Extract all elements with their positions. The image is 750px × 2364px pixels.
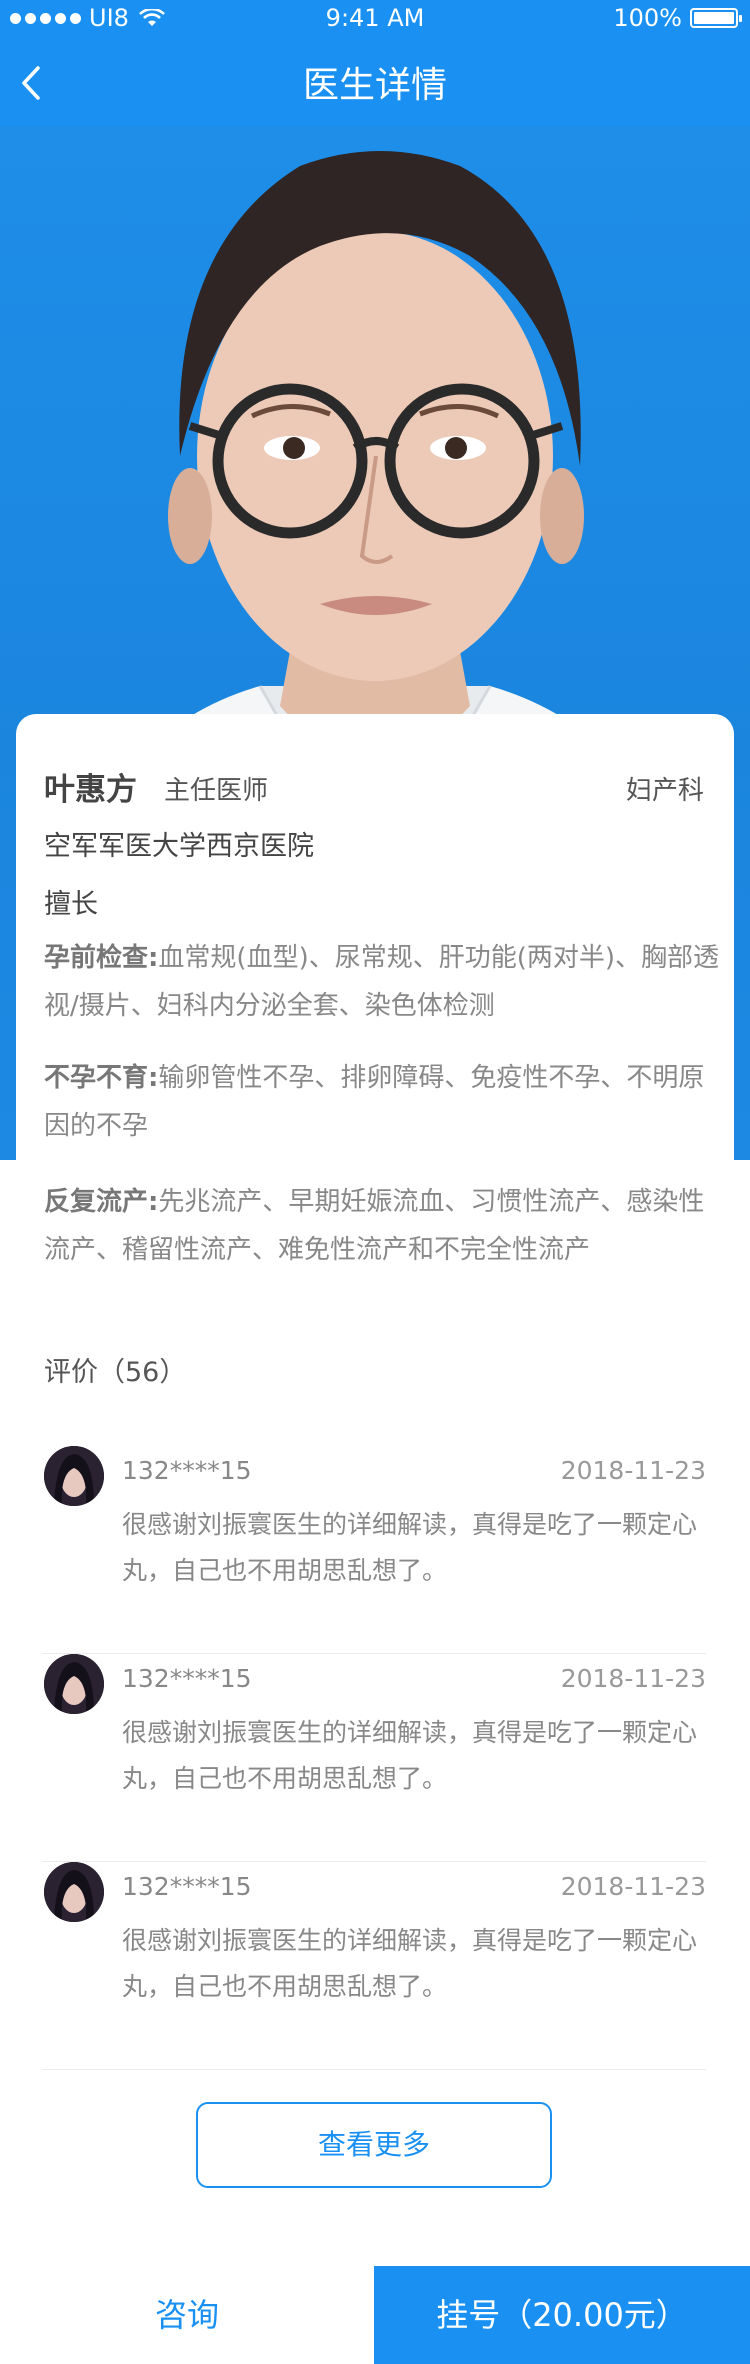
doctor-title: 主任医师 [164,776,269,806]
review-user: 132****15 [122,1456,252,1485]
battery-status: 100% [613,4,742,32]
bottom-action-bar: 咨询 挂号（20.00元） [0,2266,750,2364]
review-date: 2018-11-23 [560,1664,706,1693]
doctor-department: 妇产科 [625,776,704,806]
doctor-hospital: 空军军医大学西京医院 [44,831,314,862]
review-item: 132****15 2018-11-23 很感谢刘振寰医生的详细解读，真得是吃了… [42,1446,706,1654]
reviews-title: 评价（56） [44,1357,187,1388]
status-bar: UI8 9:41 AM 100% [0,0,750,40]
expertise-label: 擅长 [44,889,98,920]
review-text: 很感谢刘振寰医生的详细解读，真得是吃了一颗定心丸，自己也不用胡思乱想了。 [122,1510,698,1585]
battery-icon [690,8,742,28]
page-title: 医生详情 [302,65,447,106]
battery-percent: 100% [613,4,682,32]
specialty-key: 不孕不育 [44,1063,149,1093]
book-appointment-button[interactable]: 挂号（20.00元） [374,2266,750,2364]
review-date: 2018-11-23 [560,1456,706,1485]
avatar [44,1654,104,1714]
review-user: 132****15 [122,1664,252,1693]
avatar [44,1446,104,1506]
specialty-key: 孕前检查 [44,943,149,973]
specialty-miscarriage: 反复流产:先兆流产、早期妊娠流血、习惯性流产、感染性流产、稽留性流产、难免性流产… [44,1187,705,1265]
review-user: 132****15 [122,1872,252,1901]
specialty-prenatal: 孕前检查:血常规(血型)、尿常规、肝功能(两对半)、胸部透视/摄片、妇科内分泌全… [44,943,719,1021]
specialty-key: 反复流产 [44,1187,149,1217]
review-text: 很感谢刘振寰医生的详细解读，真得是吃了一颗定心丸，自己也不用胡思乱想了。 [122,1718,698,1793]
review-date: 2018-11-23 [560,1872,706,1901]
review-item: 132****15 2018-11-23 很感谢刘振寰医生的详细解读，真得是吃了… [42,1862,706,2070]
review-text: 很感谢刘振寰医生的详细解读，真得是吃了一颗定心丸，自己也不用胡思乱想了。 [122,1926,698,2001]
avatar [44,1862,104,1922]
doctor-name: 叶惠方 [44,772,137,808]
nav-bar: 医生详情 [0,40,750,126]
specialty-infertility: 不孕不育:输卵管性不孕、排卵障碍、免疫性不孕、不明原因的不孕 [44,1063,705,1141]
view-more-button[interactable]: 查看更多 [196,2102,552,2188]
review-item: 132****15 2018-11-23 很感谢刘振寰医生的详细解读，真得是吃了… [42,1654,706,1862]
consult-button[interactable]: 咨询 [0,2266,374,2364]
